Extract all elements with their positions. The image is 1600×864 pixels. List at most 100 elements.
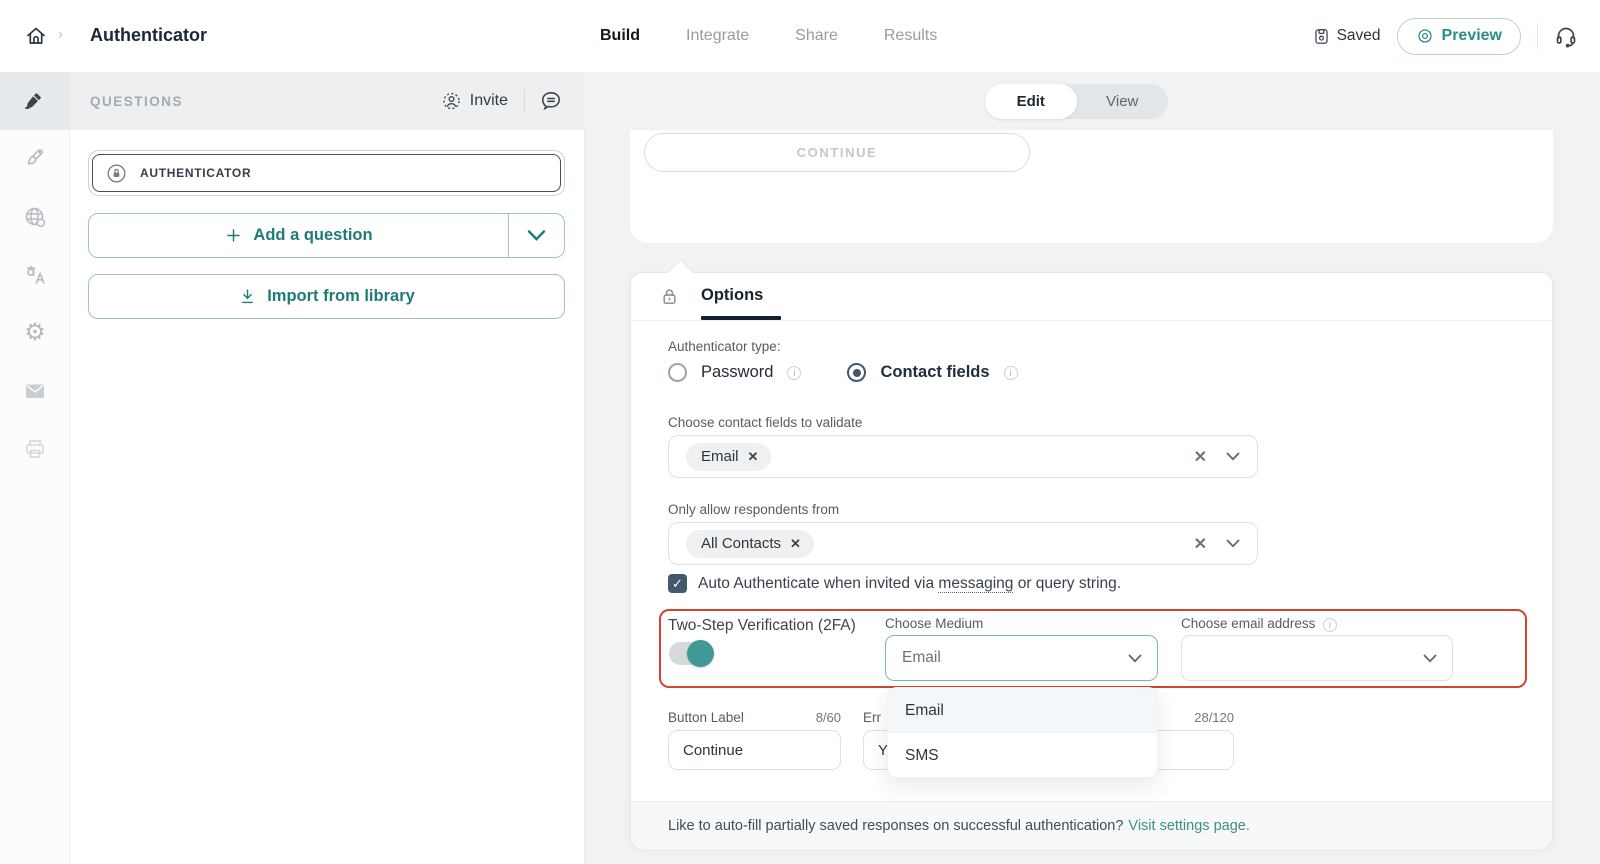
support-headset-icon[interactable] [1554, 24, 1578, 48]
paintbrush-icon [23, 147, 47, 171]
contact-fields-select[interactable]: Email ✕ ✕ [668, 435, 1258, 478]
tag-all-contacts: All Contacts ✕ [686, 530, 814, 558]
rail-item-print[interactable] [0, 420, 70, 478]
edit-pen-icon [23, 89, 47, 113]
twofa-label: Two-Step Verification (2FA) [668, 617, 856, 635]
auto-authenticate-checkbox[interactable]: ✓ [668, 574, 687, 593]
questions-header: QUESTIONS Invite [70, 72, 585, 130]
plus-icon [224, 226, 243, 245]
toggle-edit[interactable]: Edit [985, 84, 1077, 119]
choose-medium-select[interactable]: Email [885, 635, 1158, 681]
top-nav: Build Integrate Share Results [600, 0, 937, 72]
choose-medium-label: Choose Medium [885, 616, 983, 631]
rail-item-settings[interactable]: ⚙ [0, 304, 70, 362]
questions-title: QUESTIONS [90, 94, 183, 109]
error-message-label: Err [863, 710, 881, 725]
tab-build[interactable]: Build [600, 27, 640, 45]
chevron-down-icon [1423, 654, 1437, 663]
auto-authenticate-row: ✓ Auto Authenticate when invited via mes… [668, 574, 1121, 593]
printer-icon [23, 437, 47, 461]
toggle-view[interactable]: View [1077, 84, 1169, 119]
edit-view-toggle[interactable]: Edit View [985, 84, 1168, 119]
home-icon[interactable] [24, 24, 48, 48]
main-canvas: Edit View CONTINUE Options Authenticator… [585, 72, 1600, 864]
authenticator-type-radios: Password i Contact fields i [668, 363, 1018, 382]
rail-item-translate[interactable] [0, 246, 70, 304]
clear-icon[interactable]: ✕ [1194, 534, 1207, 554]
rail-item-build-questions[interactable] [0, 72, 70, 130]
info-icon[interactable]: i [1004, 366, 1018, 380]
add-question-dropdown-toggle[interactable] [508, 214, 564, 257]
rail-item-language[interactable] [0, 188, 70, 246]
tab-results[interactable]: Results [884, 27, 937, 45]
radio-password[interactable] [668, 363, 687, 382]
questions-panel: QUESTIONS Invite [70, 72, 585, 864]
choose-email-select[interactable] [1181, 635, 1453, 681]
header-actions: Saved Preview [1312, 0, 1578, 72]
envelope-icon [23, 379, 47, 403]
footer-text: Like to auto-fill partially saved respon… [668, 818, 1123, 834]
respondents-label: Only allow respondents from [668, 502, 839, 517]
button-label-input[interactable] [668, 730, 841, 770]
tab-share[interactable]: Share [795, 27, 838, 45]
invite-button[interactable]: Invite [441, 91, 508, 112]
dropdown-option-email[interactable]: Email [888, 688, 1157, 733]
button-label-counter: 8/60 [781, 710, 841, 725]
tag-remove-icon[interactable]: ✕ [790, 536, 801, 552]
info-icon[interactable]: i [787, 366, 801, 380]
translate-icon [23, 263, 47, 287]
choose-medium-dropdown: Email SMS [887, 687, 1158, 778]
gear-icon: ⚙ [23, 321, 47, 345]
info-icon[interactable]: i [1323, 618, 1337, 632]
tag-remove-icon[interactable]: ✕ [748, 449, 759, 465]
survey-preview-card: CONTINUE [630, 130, 1553, 243]
globe-icon [23, 205, 47, 229]
tab-integrate[interactable]: Integrate [686, 27, 749, 45]
question-item-authenticator[interactable]: AUTHENTICATOR [88, 150, 565, 196]
lock-icon [658, 285, 681, 308]
visit-settings-link[interactable]: Visit settings page. [1128, 818, 1249, 834]
radio-contact-fields-label[interactable]: Contact fields [880, 363, 989, 382]
radio-password-label[interactable]: Password [701, 363, 773, 382]
download-icon [238, 287, 257, 306]
contact-fields-label: Choose contact fields to validate [668, 415, 862, 430]
clear-icon[interactable]: ✕ [1194, 447, 1207, 467]
saved-status: Saved [1312, 27, 1381, 46]
tag-email: Email ✕ [686, 443, 771, 471]
invite-person-icon [441, 91, 462, 112]
header-divider [1537, 23, 1538, 49]
choose-email-label: Choose email address i [1181, 616, 1337, 632]
chevron-down-icon [527, 226, 546, 245]
icon-rail: ⚙ [0, 72, 70, 864]
chevron-down-icon [1128, 654, 1142, 663]
preview-button[interactable]: Preview [1397, 18, 1521, 55]
page-title: Authenticator [90, 25, 207, 46]
app: › Authenticator Build Integrate Share Re… [0, 0, 1600, 864]
rail-item-design[interactable] [0, 130, 70, 188]
question-item-label: AUTHENTICATOR [140, 166, 251, 180]
add-question-button[interactable]: Add a question [88, 213, 565, 258]
chevron-down-icon[interactable] [1226, 452, 1240, 461]
app-header: › Authenticator Build Integrate Share Re… [0, 0, 1600, 72]
comments-icon[interactable] [539, 89, 563, 113]
import-from-library-button[interactable]: Import from library [88, 274, 565, 319]
saved-icon [1312, 27, 1331, 46]
preview-eye-icon [1416, 27, 1434, 45]
options-footer: Like to auto-fill partially saved respon… [631, 801, 1552, 849]
survey-continue-button[interactable]: CONTINUE [644, 133, 1030, 172]
options-panel: Options Authenticator type: Password i C… [630, 272, 1553, 849]
radio-contact-fields[interactable] [847, 363, 866, 382]
error-message-counter: 28/120 [1171, 710, 1234, 725]
twofa-toggle[interactable] [669, 642, 711, 665]
dropdown-option-sms[interactable]: SMS [888, 733, 1157, 778]
chevron-down-icon[interactable] [1226, 539, 1240, 548]
respondents-select[interactable]: All Contacts ✕ ✕ [668, 522, 1258, 565]
tab-options[interactable]: Options [701, 286, 763, 305]
breadcrumb-chevron-icon: › [58, 26, 63, 43]
button-label-label: Button Label [668, 710, 744, 725]
rail-item-email[interactable] [0, 362, 70, 420]
messaging-term[interactable]: messaging [938, 575, 1013, 593]
header-divider [524, 89, 525, 113]
authenticator-type-label: Authenticator type: [668, 339, 781, 354]
shield-lock-icon [106, 163, 127, 184]
